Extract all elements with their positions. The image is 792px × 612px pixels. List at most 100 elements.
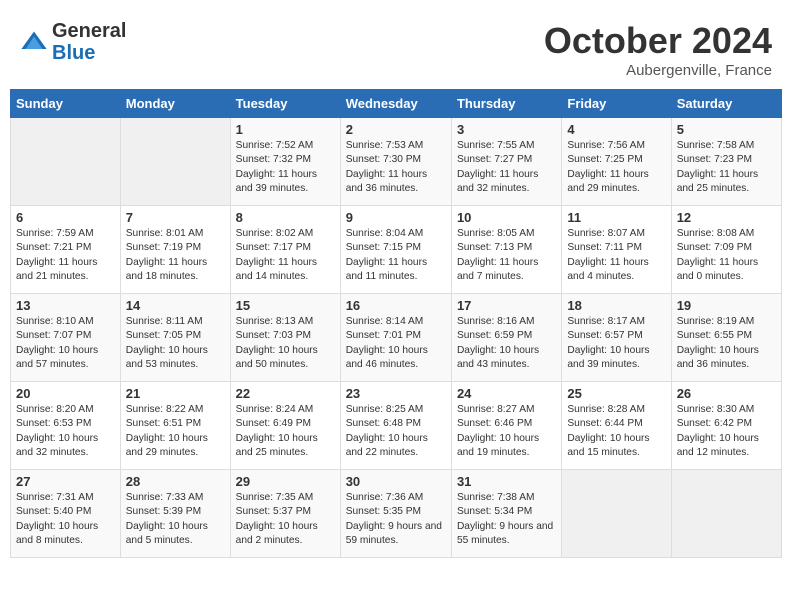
day-info: Sunrise: 8:14 AM Sunset: 7:01 PM Dayligh… (346, 315, 446, 372)
calendar-week-row: 20 Sunrise: 8:20 AM Sunset: 6:53 PM Dayli… (11, 382, 782, 470)
calendar-cell: 15 Sunrise: 8:13 AM Sunset: 7:03 PM Dayli… (230, 294, 340, 382)
day-info: Sunrise: 7:58 AM Sunset: 7:23 PM Dayligh… (677, 139, 776, 196)
day-number: 9 (346, 210, 446, 225)
logo-blue: Blue (52, 42, 126, 64)
day-number: 26 (677, 386, 776, 401)
day-info: Sunrise: 8:04 AM Sunset: 7:15 PM Dayligh… (346, 227, 446, 284)
calendar-cell: 10Sunrise: 8:05 AM Sunset: 7:13 PM Dayli… (451, 206, 561, 294)
calendar-cell: 25 Sunrise: 8:28 AM Sunset: 6:44 PM Dayli… (562, 382, 671, 470)
page-header: General Blue October 2024 Aubergenville,… (10, 10, 782, 84)
day-info: Sunrise: 7:35 AM Sunset: 5:37 PM Dayligh… (236, 491, 335, 548)
calendar-cell: 26 Sunrise: 8:30 AM Sunset: 6:42 PM Dayli… (671, 382, 781, 470)
weekday-header: Monday (120, 90, 230, 118)
day-number: 8 (236, 210, 335, 225)
day-info: Sunrise: 7:52 AM Sunset: 7:32 PM Dayligh… (236, 139, 335, 196)
day-number: 14 (126, 298, 225, 313)
logo-text: General Blue (52, 20, 126, 64)
calendar-cell: 23Sunrise: 8:25 AM Sunset: 6:48 PM Dayli… (340, 382, 451, 470)
calendar-cell: 7 Sunrise: 8:01 AM Sunset: 7:19 PM Daylig… (120, 206, 230, 294)
calendar-cell: 4Sunrise: 7:56 AM Sunset: 7:25 PM Daylig… (562, 118, 671, 206)
calendar-cell: 3 Sunrise: 7:55 AM Sunset: 7:27 PM Daylig… (451, 118, 561, 206)
day-number: 16 (346, 298, 446, 313)
calendar-cell: 5Sunrise: 7:58 AM Sunset: 7:23 PM Daylig… (671, 118, 781, 206)
weekday-header: Thursday (451, 90, 561, 118)
day-info: Sunrise: 8:11 AM Sunset: 7:05 PM Dayligh… (126, 315, 225, 372)
logo-general: General (52, 20, 126, 42)
day-number: 29 (236, 474, 335, 489)
day-info: Sunrise: 7:59 AM Sunset: 7:21 PM Dayligh… (16, 227, 115, 284)
calendar-cell: 17Sunrise: 8:16 AM Sunset: 6:59 PM Dayli… (451, 294, 561, 382)
day-info: Sunrise: 8:17 AM Sunset: 6:57 PM Dayligh… (567, 315, 665, 372)
day-info: Sunrise: 8:24 AM Sunset: 6:49 PM Dayligh… (236, 403, 335, 460)
day-info: Sunrise: 7:31 AM Sunset: 5:40 PM Dayligh… (16, 491, 115, 548)
day-number: 20 (16, 386, 115, 401)
calendar-cell: 30Sunrise: 7:36 AM Sunset: 5:35 PM Dayli… (340, 470, 451, 558)
day-number: 11 (567, 210, 665, 225)
day-number: 21 (126, 386, 225, 401)
day-info: Sunrise: 7:53 AM Sunset: 7:30 PM Dayligh… (346, 139, 446, 196)
day-number: 12 (677, 210, 776, 225)
day-number: 25 (567, 386, 665, 401)
calendar-cell: 9 Sunrise: 8:04 AM Sunset: 7:15 PM Daylig… (340, 206, 451, 294)
day-number: 22 (236, 386, 335, 401)
day-info: Sunrise: 8:07 AM Sunset: 7:11 PM Dayligh… (567, 227, 665, 284)
day-info: Sunrise: 8:28 AM Sunset: 6:44 PM Dayligh… (567, 403, 665, 460)
calendar-week-row: 13 Sunrise: 8:10 AM Sunset: 7:07 PM Dayli… (11, 294, 782, 382)
day-info: Sunrise: 8:27 AM Sunset: 6:46 PM Dayligh… (457, 403, 556, 460)
weekday-header: Tuesday (230, 90, 340, 118)
day-number: 15 (236, 298, 335, 313)
day-number: 3 (457, 122, 556, 137)
calendar-cell: 29 Sunrise: 7:35 AM Sunset: 5:37 PM Dayli… (230, 470, 340, 558)
location: Aubergenville, France (544, 62, 772, 79)
day-number: 18 (567, 298, 665, 313)
calendar-cell: 12Sunrise: 8:08 AM Sunset: 7:09 PM Dayli… (671, 206, 781, 294)
weekday-header: Wednesday (340, 90, 451, 118)
calendar-week-row: 6 Sunrise: 7:59 AM Sunset: 7:21 PM Daylig… (11, 206, 782, 294)
day-number: 4 (567, 122, 665, 137)
day-info: Sunrise: 8:16 AM Sunset: 6:59 PM Dayligh… (457, 315, 556, 372)
calendar-cell: 31 Sunrise: 7:38 AM Sunset: 5:34 PM Dayli… (451, 470, 561, 558)
day-info: Sunrise: 8:10 AM Sunset: 7:07 PM Dayligh… (16, 315, 115, 372)
day-info: Sunrise: 8:13 AM Sunset: 7:03 PM Dayligh… (236, 315, 335, 372)
calendar-cell (671, 470, 781, 558)
calendar-cell: 18 Sunrise: 8:17 AM Sunset: 6:57 PM Dayli… (562, 294, 671, 382)
day-number: 28 (126, 474, 225, 489)
day-info: Sunrise: 8:02 AM Sunset: 7:17 PM Dayligh… (236, 227, 335, 284)
day-number: 24 (457, 386, 556, 401)
day-number: 23 (346, 386, 446, 401)
calendar-week-row: 1 Sunrise: 7:52 AM Sunset: 7:32 PM Daylig… (11, 118, 782, 206)
calendar-cell: 8 Sunrise: 8:02 AM Sunset: 7:17 PM Daylig… (230, 206, 340, 294)
day-number: 19 (677, 298, 776, 313)
logo: General Blue (20, 20, 126, 64)
day-info: Sunrise: 8:20 AM Sunset: 6:53 PM Dayligh… (16, 403, 115, 460)
day-number: 13 (16, 298, 115, 313)
day-number: 2 (346, 122, 446, 137)
calendar-cell: 14 Sunrise: 8:11 AM Sunset: 7:05 PM Dayli… (120, 294, 230, 382)
calendar-cell: 28Sunrise: 7:33 AM Sunset: 5:39 PM Dayli… (120, 470, 230, 558)
day-number: 7 (126, 210, 225, 225)
calendar-cell: 22 Sunrise: 8:24 AM Sunset: 6:49 PM Dayli… (230, 382, 340, 470)
calendar-cell: 27 Sunrise: 7:31 AM Sunset: 5:40 PM Dayli… (11, 470, 121, 558)
title-block: October 2024 Aubergenville, France (544, 20, 772, 79)
logo-icon (20, 28, 48, 56)
calendar-cell: 19 Sunrise: 8:19 AM Sunset: 6:55 PM Dayli… (671, 294, 781, 382)
calendar-cell: 2 Sunrise: 7:53 AM Sunset: 7:30 PM Daylig… (340, 118, 451, 206)
calendar-cell: 1 Sunrise: 7:52 AM Sunset: 7:32 PM Daylig… (230, 118, 340, 206)
day-number: 31 (457, 474, 556, 489)
day-number: 10 (457, 210, 556, 225)
weekday-header: Saturday (671, 90, 781, 118)
day-number: 27 (16, 474, 115, 489)
day-info: Sunrise: 8:30 AM Sunset: 6:42 PM Dayligh… (677, 403, 776, 460)
day-info: Sunrise: 7:38 AM Sunset: 5:34 PM Dayligh… (457, 491, 556, 548)
day-info: Sunrise: 8:01 AM Sunset: 7:19 PM Dayligh… (126, 227, 225, 284)
day-number: 6 (16, 210, 115, 225)
calendar-cell: 21Sunrise: 8:22 AM Sunset: 6:51 PM Dayli… (120, 382, 230, 470)
day-number: 1 (236, 122, 335, 137)
day-info: Sunrise: 8:19 AM Sunset: 6:55 PM Dayligh… (677, 315, 776, 372)
calendar-cell: 11 Sunrise: 8:07 AM Sunset: 7:11 PM Dayli… (562, 206, 671, 294)
calendar-cell (120, 118, 230, 206)
calendar-cell (11, 118, 121, 206)
day-info: Sunrise: 7:55 AM Sunset: 7:27 PM Dayligh… (457, 139, 556, 196)
calendar-cell: 16 Sunrise: 8:14 AM Sunset: 7:01 PM Dayli… (340, 294, 451, 382)
weekday-header: Friday (562, 90, 671, 118)
